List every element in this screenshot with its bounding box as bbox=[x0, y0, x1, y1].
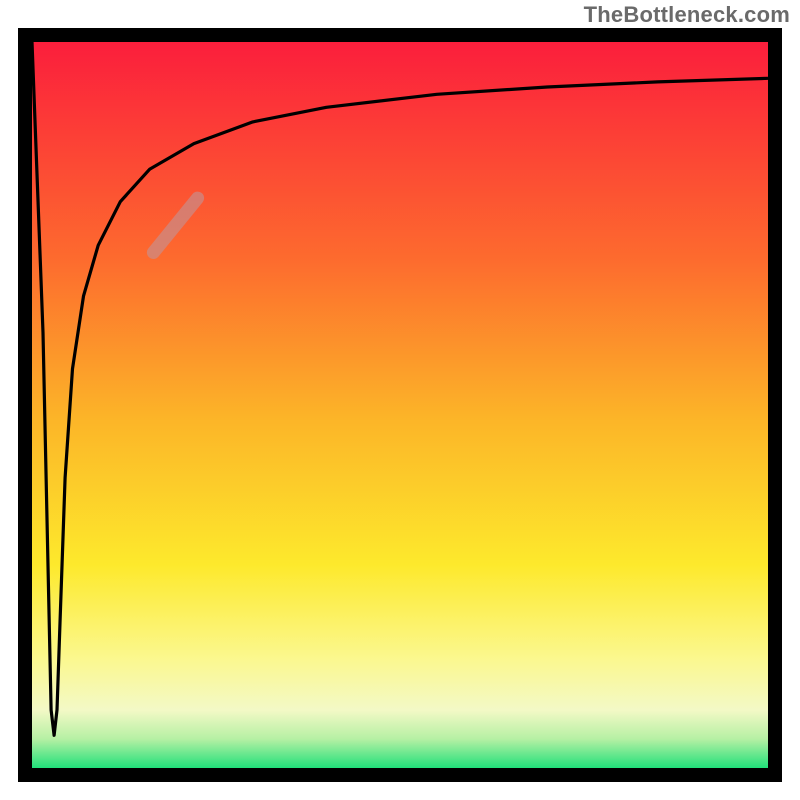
watermark-text: TheBottleneck.com bbox=[584, 2, 790, 28]
curve-layer bbox=[32, 42, 768, 768]
highlight-segment bbox=[153, 198, 197, 252]
chart-frame bbox=[18, 28, 782, 782]
chart-container: TheBottleneck.com bbox=[0, 0, 800, 800]
bottleneck-curve bbox=[32, 42, 768, 735]
